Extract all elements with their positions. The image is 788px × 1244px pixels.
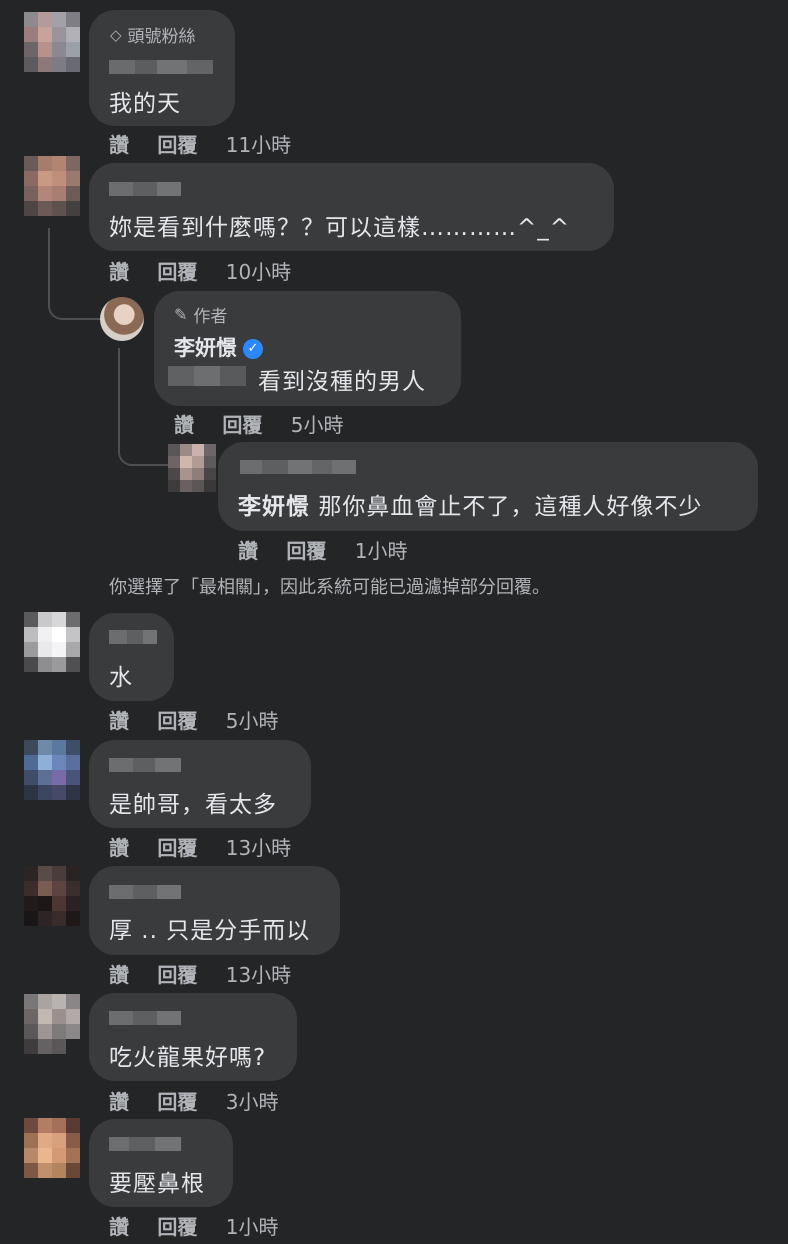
timestamp[interactable]: 1小時 [226,1215,279,1239]
reply-button[interactable]: 回覆 [157,1090,197,1114]
reply-text: 那你鼻血會止不了，這種人好像不少 [318,494,703,520]
avatar[interactable] [24,866,80,926]
comment-text: 是帥哥，看太多 [109,792,277,818]
comment-actions: 讚 回覆 13小時 [109,832,291,861]
like-button[interactable]: 讚 [109,133,129,157]
like-button[interactable]: 讚 [109,836,129,860]
filter-notice: 你選擇了「最相關」，因此系統可能已過濾掉部分回覆。 [109,577,550,598]
top-fan-badge: ◇ 頭號粉絲 [110,22,196,48]
comment-actions: 讚 回覆 5小時 [174,409,343,438]
comment-text: 妳是看到什麼嗎？？可以這樣…………^_^ [109,215,571,241]
timestamp[interactable]: 10小時 [226,260,291,284]
badge-label: 頭號粉絲 [127,27,196,47]
comment-text: 吃火龍果好嗎? [109,1045,267,1071]
badge-label: 作者 [193,307,228,327]
timestamp[interactable]: 13小時 [226,836,291,860]
like-button[interactable]: 讚 [238,539,258,563]
avatar[interactable] [24,156,80,216]
reply-button[interactable]: 回覆 [286,539,326,563]
mention-link[interactable]: 李妍憬 [238,494,310,520]
timestamp[interactable]: 5小時 [226,709,279,733]
like-button[interactable]: 讚 [109,1090,129,1114]
commenter-name[interactable] [109,1137,181,1151]
avatar[interactable] [24,740,80,800]
reply-button[interactable]: 回覆 [157,963,197,987]
like-button[interactable]: 讚 [174,413,194,437]
like-button[interactable]: 讚 [109,709,129,733]
mentioned-name[interactable] [168,366,246,386]
commenter-name[interactable] [240,460,356,474]
comment-text: 厚 .. 只是分手而以 [109,918,311,944]
commenter-name[interactable] [109,1011,181,1025]
comment-text: 我的天 [109,91,181,117]
like-button[interactable]: 讚 [109,963,129,987]
commenter-name[interactable] [109,885,181,899]
reply-button[interactable]: 回覆 [157,1215,197,1239]
reply-button[interactable]: 回覆 [157,709,197,733]
avatar[interactable] [24,612,80,672]
comment-actions: 讚 回覆 5小時 [109,705,278,734]
comment-text: 水 [109,665,133,691]
reply-button[interactable]: 回覆 [157,133,197,157]
commenter-name[interactable] [109,60,213,74]
timestamp[interactable]: 1小時 [355,539,408,563]
timestamp[interactable]: 11小時 [226,133,291,157]
pencil-icon: ✎ [174,305,188,324]
timestamp[interactable]: 5小時 [291,413,344,437]
verified-icon: ✓ [243,339,263,359]
diamond-icon: ◇ [110,25,122,44]
avatar[interactable] [168,444,216,492]
comment-actions: 讚 回覆 1小時 [109,1211,278,1240]
commenter-name[interactable] [109,758,181,772]
like-button[interactable]: 讚 [109,1215,129,1239]
comment-actions: 讚 回覆 1小時 [238,535,407,564]
commenter-name[interactable] [109,182,181,196]
author-name[interactable]: 李妍憬 [174,336,237,360]
timestamp[interactable]: 3小時 [226,1090,279,1114]
comment-actions: 讚 回覆 13小時 [109,959,291,988]
comment-actions: 讚 回覆 10小時 [109,256,291,285]
comment-text: 李妍憬 那你鼻血會止不了，這種人好像不少 [238,487,702,521]
reply-button[interactable]: 回覆 [157,836,197,860]
thread-line [48,228,100,320]
reply-button[interactable]: 回覆 [157,260,197,284]
author-avatar[interactable] [100,297,144,341]
like-button[interactable]: 讚 [109,260,129,284]
author-name-row: 李妍憬 ✓ [174,332,263,362]
timestamp[interactable]: 13小時 [226,963,291,987]
reply-button[interactable]: 回覆 [222,413,262,437]
comment-text: 看到沒種的男人 [258,369,426,395]
comment-actions: 讚 回覆 3小時 [109,1086,278,1115]
avatar[interactable] [24,1118,80,1178]
avatar[interactable] [24,12,80,72]
comment-actions: 讚 回覆 11小時 [109,129,291,158]
avatar[interactable] [24,994,80,1054]
commenter-name[interactable] [109,630,157,644]
comment-text: 要壓鼻根 [109,1171,205,1197]
author-badge: ✎ 作者 [174,302,227,327]
